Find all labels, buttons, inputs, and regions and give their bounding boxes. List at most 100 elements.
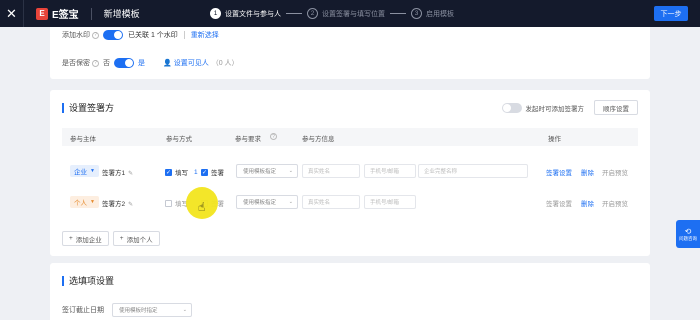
- deadline-select[interactable]: 使用模板时指定 ⌄: [112, 303, 192, 317]
- table-row: 个人▼ 签署方2✎ 填写 签署 使用模板指定 ⌄ 真实姓名 手机号/邮箱 签署设…: [62, 190, 638, 214]
- checkbox-icon: [165, 199, 172, 207]
- delete-link[interactable]: 删除: [581, 167, 594, 177]
- col-ops: 操作: [548, 136, 561, 143]
- add-person-label: 添加个人: [126, 236, 153, 244]
- secret-no-label: 否: [103, 60, 110, 67]
- hand-cursor-icon: ☝: [198, 200, 206, 214]
- checkbox-checked-icon: ✓: [165, 168, 172, 176]
- signer-name: 签署方1 ✎: [102, 167, 133, 177]
- preview-link[interactable]: 开启预览: [602, 198, 628, 208]
- help-float-label: 问题咨询: [679, 235, 697, 241]
- add-on-launch-toggle[interactable]: [501, 102, 522, 113]
- settings-panel: 添加水印 ? 已关联 1 个水印 重新选择 是否保密 ? 否 是 👤 设置可见人…: [50, 27, 650, 79]
- requirement-select[interactable]: 使用模板指定 ⌄: [236, 164, 298, 178]
- plus-icon: +: [69, 235, 73, 242]
- col-requirement: 参与要求: [235, 136, 261, 143]
- divider: [90, 7, 92, 20]
- step-indicator: 1 设置文件与参与人 2 设置签署与填写位置 3 启用模板: [210, 0, 454, 27]
- deadline-value: 使用模板时指定: [119, 308, 158, 314]
- secret-label: 是否保密: [62, 60, 90, 67]
- add-company-button[interactable]: + 添加企业: [62, 231, 109, 246]
- requirement-value: 使用模板指定: [243, 169, 277, 175]
- contact-input[interactable]: 手机号/邮箱: [364, 164, 416, 178]
- step-connector: [286, 13, 302, 14]
- watermark-label: 添加水印: [62, 32, 90, 39]
- preview-link[interactable]: 开启预览: [602, 167, 628, 177]
- chevron-down-icon: ⌄: [288, 168, 293, 174]
- watermark-reselect-link[interactable]: 重新选择: [191, 30, 219, 40]
- fill-label: 填写: [175, 170, 188, 177]
- divider: [183, 31, 185, 39]
- fill-checkbox[interactable]: ✓ 填写 1: [165, 167, 198, 177]
- col-subject: 参与主体: [70, 136, 96, 143]
- subject-type: 企业: [74, 169, 87, 176]
- table-header: 参与主体 参与方式 参与要求 ? 参与方信息 操作: [62, 128, 638, 146]
- sign-settings-link[interactable]: 签署设置: [546, 167, 572, 177]
- fill-checkbox[interactable]: 填写: [165, 198, 188, 208]
- contact-input[interactable]: 手机号/邮箱: [364, 195, 416, 209]
- sign-label: 签署: [211, 170, 224, 177]
- add-company-label: 添加企业: [75, 236, 102, 244]
- caret-down-icon: ▼: [90, 199, 95, 205]
- signer-name-text: 签署方2: [102, 201, 126, 208]
- signer-name-text: 签署方1: [102, 170, 126, 177]
- page-title: 新增模板: [103, 9, 140, 19]
- signer-name: 签署方2 ✎: [102, 198, 133, 208]
- deadline-label: 签订截止日期: [62, 307, 104, 314]
- help-float-button[interactable]: ⟲ 问题咨询: [676, 220, 700, 248]
- add-person-button[interactable]: + 添加个人: [112, 231, 160, 246]
- requirement-select[interactable]: 使用模板指定 ⌄: [236, 195, 298, 209]
- sign-checkbox[interactable]: ✓ 签署: [201, 167, 224, 177]
- help-icon: ?: [92, 59, 99, 67]
- chevron-down-icon: ⌄: [288, 199, 293, 205]
- watermark-toggle[interactable]: [103, 30, 123, 40]
- order-settings-button[interactable]: 顺序设置: [594, 100, 638, 115]
- add-signer-actions: + 添加企业 + 添加个人: [62, 231, 164, 246]
- step-1: 1 设置文件与参与人: [210, 8, 281, 19]
- requirement-value: 使用模板指定: [243, 200, 277, 206]
- signers-toolbar: 发起时可添加签署方 顺序设置: [501, 100, 638, 115]
- secrecy-toggle[interactable]: [114, 58, 134, 68]
- step-2: 2 设置签署与填写位置: [307, 8, 385, 19]
- checkbox-checked-icon: ✓: [201, 168, 208, 176]
- name-input[interactable]: 真实姓名: [302, 195, 360, 209]
- secret-yes-label: 是: [138, 60, 145, 67]
- col-mode: 参与方式: [166, 136, 192, 143]
- subject-type-select[interactable]: 企业 ▼: [70, 165, 99, 177]
- pencil-icon[interactable]: ✎: [128, 202, 133, 208]
- fill-count: 1: [194, 168, 198, 176]
- name-input[interactable]: 真实姓名: [302, 164, 360, 178]
- col-info: 参与方信息: [302, 136, 335, 143]
- set-visible-link[interactable]: 设置可见人: [174, 58, 209, 68]
- step-number: 2: [307, 8, 318, 19]
- watermark-status: 已关联 1 个水印: [128, 32, 178, 39]
- chevron-down-icon: ⌄: [182, 307, 187, 313]
- help-icon: ?: [92, 31, 99, 39]
- user-icon: 👤: [163, 60, 172, 67]
- logo-text: E签宝: [52, 10, 79, 21]
- top-bar: ✕ E E签宝 新增模板 1 设置文件与参与人 2 设置签署与填写位置 3 启用…: [0, 0, 700, 27]
- section-title: 选填项设置: [62, 274, 114, 287]
- logo: E E签宝: [36, 6, 79, 21]
- caret-down-icon: ▼: [90, 168, 95, 174]
- step-label: 启用模板: [426, 10, 454, 18]
- step-number: 1: [210, 8, 221, 19]
- close-icon[interactable]: ✕: [0, 0, 24, 27]
- company-input[interactable]: 企业完整名称: [418, 164, 528, 178]
- signers-panel: 设置签署方 发起时可添加签署方 顺序设置 参与主体 参与方式 参与要求 ? 参与…: [50, 90, 650, 256]
- pencil-icon[interactable]: ✎: [128, 171, 133, 177]
- add-on-launch-label: 发起时可添加签署方: [525, 105, 585, 113]
- next-step-button[interactable]: 下一步: [654, 6, 688, 21]
- deadline-row: 签订截止日期 使用模板时指定 ⌄: [62, 303, 192, 317]
- table-row: 企业 ▼ 签署方1 ✎ ✓ 填写 1 ✓ 签署 使用模板指定 ⌄ 真实姓名 手机号/…: [62, 159, 638, 183]
- visible-count: （0 人）: [211, 60, 239, 67]
- subject-type-select[interactable]: 个人 ▼: [70, 196, 99, 208]
- secrecy-row: 是否保密 ? 否 是 👤 设置可见人 （0 人）: [62, 58, 239, 68]
- watermark-row: 添加水印 ? 已关联 1 个水印 重新选择: [62, 30, 219, 40]
- step-number: 3: [411, 8, 422, 19]
- help-icon: ?: [270, 133, 277, 140]
- subject-type: 个人: [74, 200, 87, 207]
- step-connector: [390, 13, 406, 14]
- delete-link[interactable]: 删除: [581, 198, 594, 208]
- sign-settings-link[interactable]: 签署设置: [546, 198, 572, 208]
